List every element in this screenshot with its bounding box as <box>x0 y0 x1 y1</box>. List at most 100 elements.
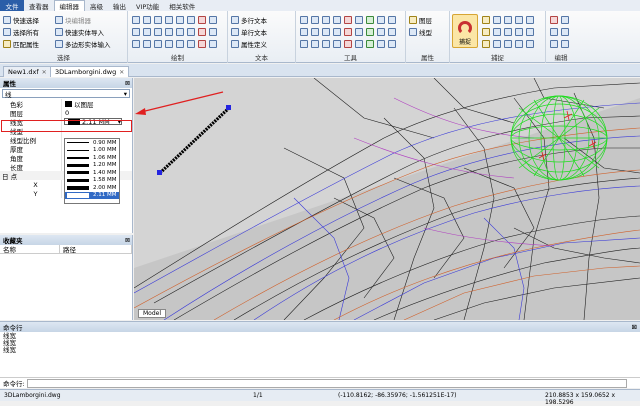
snap-perpendicular-icon[interactable] <box>515 28 523 36</box>
align-icon[interactable] <box>300 40 308 48</box>
attribute-definition-button[interactable]: 属性定义 <box>231 39 267 49</box>
quick-entity-import-button[interactable]: 快速实体导入 <box>55 27 104 37</box>
snap-tangent-icon[interactable] <box>526 28 534 36</box>
copy-icon[interactable] <box>311 16 319 24</box>
ortho-icon[interactable] <box>515 40 523 48</box>
break-icon[interactable] <box>377 28 385 36</box>
divide-icon[interactable] <box>322 40 330 48</box>
snap-center-icon[interactable] <box>504 16 512 24</box>
select-all-button[interactable]: 选择所有 <box>3 27 39 37</box>
sketch-icon[interactable] <box>187 40 195 48</box>
fillet-icon[interactable] <box>322 28 330 36</box>
hatch-icon[interactable] <box>198 16 206 24</box>
pin-icon[interactable]: ⊠ <box>125 80 132 87</box>
rotate-icon[interactable] <box>322 16 330 24</box>
id-point-icon[interactable] <box>377 40 385 48</box>
pin-icon[interactable]: ⊠ <box>125 237 132 244</box>
circle-icon[interactable] <box>154 16 162 24</box>
menu-tab-vip[interactable]: VIP功能 <box>131 0 164 11</box>
capture-button[interactable]: 捕捉 <box>452 14 478 48</box>
snap-nearest-icon[interactable] <box>482 40 490 48</box>
donut-icon[interactable] <box>165 28 173 36</box>
erase-icon[interactable] <box>344 16 352 24</box>
measure-icon[interactable] <box>366 16 374 24</box>
insert-block-icon[interactable] <box>143 40 151 48</box>
pencil-icon[interactable] <box>176 40 184 48</box>
undo-icon[interactable] <box>550 16 558 24</box>
menu-tab-related[interactable]: 相关软件 <box>164 0 200 11</box>
mirror-icon[interactable] <box>333 16 341 24</box>
revcloud-icon[interactable] <box>187 28 195 36</box>
mtext-button[interactable]: 多行文本 <box>231 15 267 25</box>
menu-tab-file[interactable]: 文件 <box>0 0 24 11</box>
trim-icon[interactable] <box>377 16 385 24</box>
clipboard-icon[interactable] <box>561 40 569 48</box>
fill-icon[interactable] <box>198 40 206 48</box>
close-icon[interactable]: ✕ <box>42 69 47 76</box>
menu-tab-output[interactable]: 输出 <box>108 0 131 11</box>
ellipse-icon[interactable] <box>209 16 217 24</box>
list-icon[interactable] <box>388 40 396 48</box>
quick-select-button[interactable]: 快速选择 <box>3 15 39 25</box>
lineweight-option-selected[interactable]: 2.11 MM <box>65 191 119 199</box>
arc-icon[interactable] <box>165 16 173 24</box>
wipeout-icon[interactable] <box>154 40 162 48</box>
single-line-text-button[interactable]: 单行文本 <box>231 27 267 37</box>
xline-icon[interactable] <box>154 28 162 36</box>
reverse-icon[interactable] <box>333 40 341 48</box>
lineweight-option[interactable]: 1.06 MM <box>65 154 119 162</box>
column-name[interactable]: 名称 <box>0 245 60 254</box>
lineweight-option[interactable]: 0.90 MM <box>65 139 119 147</box>
snap-parallel-icon[interactable] <box>493 40 501 48</box>
lineweight-option[interactable]: 1.20 MM <box>65 162 119 170</box>
distance-icon[interactable] <box>366 28 374 36</box>
snap-midpoint-icon[interactable] <box>493 16 501 24</box>
column-path[interactable]: 路径 <box>60 245 132 254</box>
snap-intersection-icon[interactable] <box>482 28 490 36</box>
boundary-icon[interactable] <box>165 40 173 48</box>
polygon-entity-input-button[interactable]: 多边形实体输入 <box>55 39 111 49</box>
layers-button[interactable]: 图层 <box>409 15 432 25</box>
snap-extension-icon[interactable] <box>493 28 501 36</box>
lineweight-option[interactable]: 2.00 MM <box>65 184 119 192</box>
snap-insertion-icon[interactable] <box>504 28 512 36</box>
pin-icon[interactable]: ⊠ <box>632 323 637 331</box>
snap-apparent-icon[interactable] <box>504 40 512 48</box>
stretch-icon[interactable] <box>355 28 363 36</box>
polyline-icon[interactable] <box>143 16 151 24</box>
join-icon[interactable] <box>388 28 396 36</box>
purge-icon[interactable] <box>344 40 352 48</box>
model-tab[interactable]: Model <box>138 309 167 318</box>
explode-icon[interactable] <box>344 28 352 36</box>
extend-icon[interactable] <box>388 16 396 24</box>
redo-icon[interactable] <box>561 16 569 24</box>
rectangle-icon[interactable] <box>176 16 184 24</box>
grip-start[interactable] <box>157 170 162 175</box>
polygon-icon[interactable] <box>176 28 184 36</box>
gradient-icon[interactable] <box>198 28 206 36</box>
snap-quadrant-icon[interactable] <box>526 16 534 24</box>
selected-line[interactable] <box>157 105 231 175</box>
block-editor-button[interactable]: 块编辑器 <box>55 15 91 25</box>
group-icon[interactable] <box>355 40 363 48</box>
copy-clip-icon[interactable] <box>550 40 558 48</box>
offset-icon[interactable] <box>300 28 308 36</box>
cut-icon[interactable] <box>550 28 558 36</box>
image-icon[interactable] <box>209 40 217 48</box>
scale-icon[interactable] <box>355 16 363 24</box>
line-icon[interactable] <box>132 16 140 24</box>
doc-tab-lamborgini[interactable]: 3DLamborgini.dwg ✕ <box>50 66 130 77</box>
paste-icon[interactable] <box>561 28 569 36</box>
doc-tab-new1[interactable]: New1.dxf ✕ <box>3 66 52 77</box>
object-type-select[interactable]: 线 ▾ <box>2 89 130 99</box>
match-properties-button[interactable]: 匹配属性 <box>3 39 39 49</box>
move-icon[interactable] <box>300 16 308 24</box>
menu-tab-advanced[interactable]: 高级 <box>85 0 108 11</box>
lineweight-option[interactable]: 1.58 MM <box>65 177 119 185</box>
region-icon[interactable] <box>209 28 217 36</box>
menu-tab-viewer[interactable]: 查看器 <box>24 0 54 11</box>
lineweight-option[interactable]: 1.00 MM <box>65 147 119 155</box>
ray-icon[interactable] <box>143 28 151 36</box>
point-icon[interactable] <box>132 28 140 36</box>
array-icon[interactable] <box>311 28 319 36</box>
